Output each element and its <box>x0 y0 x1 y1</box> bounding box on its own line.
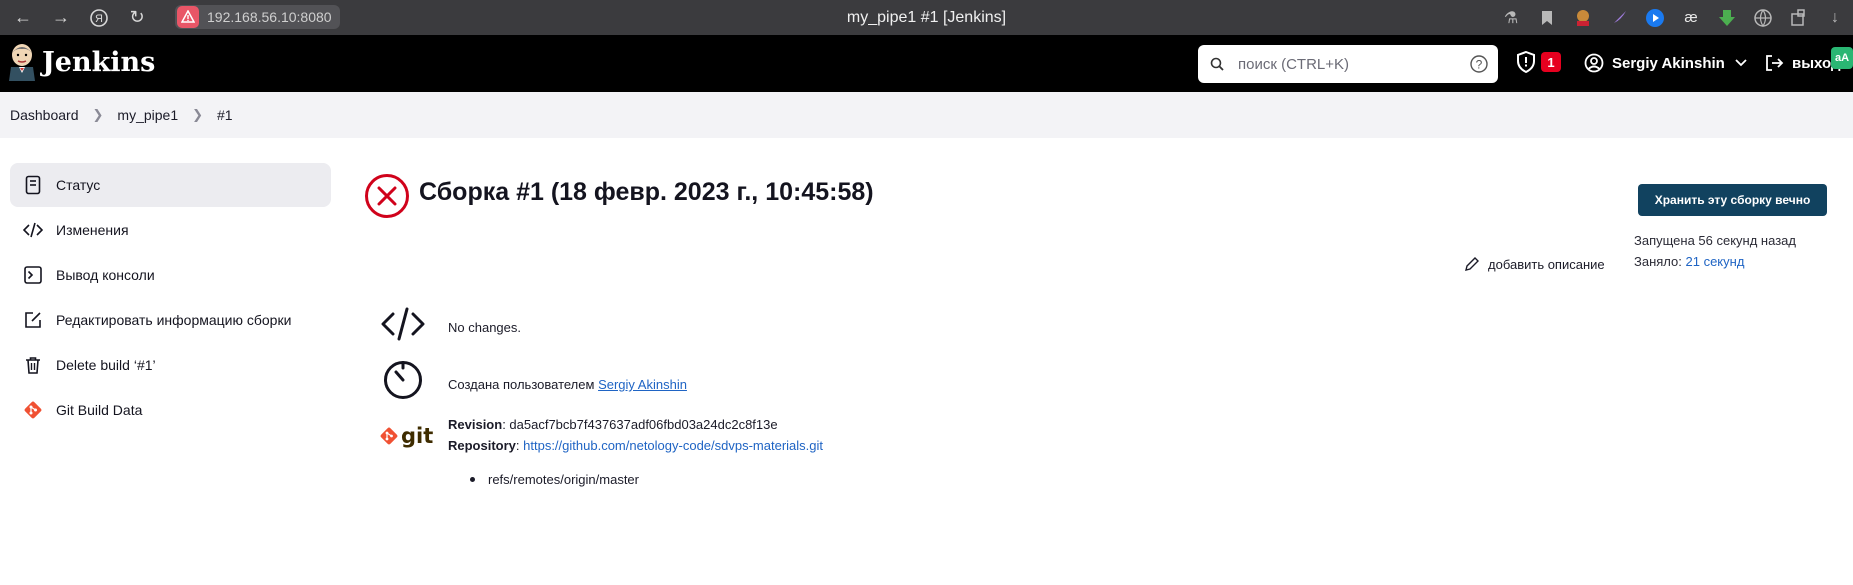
help-icon[interactable]: ? <box>1469 54 1489 74</box>
extension-ae-icon[interactable]: æ <box>1679 6 1703 30</box>
duration-label: Заняло: <box>1634 254 1682 269</box>
yandex-icon[interactable]: Я <box>84 3 114 33</box>
breadcrumb-dashboard[interactable]: Dashboard <box>10 107 79 123</box>
repository-link[interactable]: https://github.com/netology-code/sdvps-m… <box>523 438 823 453</box>
security-count-badge: 1 <box>1541 52 1561 72</box>
browser-toolbar: ← → Я ↻ 192.168.56.10:8080 my_pipe1 #1 [… <box>0 0 1853 35</box>
chevron-right-icon: ❯ <box>192 107 204 122</box>
svg-text:?: ? <box>1476 58 1483 72</box>
sidebar-item-label: Вывод консоли <box>56 267 155 283</box>
changes-text: No changes. <box>448 320 521 335</box>
sidebar-item-label: Редактировать информацию сборки <box>56 312 292 328</box>
code-icon <box>380 306 426 342</box>
sidebar: Статус Изменения Вывод консоли Редактиро… <box>10 163 331 433</box>
started-by-user-link[interactable]: Sergiy Akinshin <box>598 377 687 392</box>
sidebar-item-console[interactable]: Вывод консоли <box>10 253 331 297</box>
revision-line: Revision: da5acf7bcb7f437637adf06fbd03a2… <box>448 417 778 432</box>
timer-icon <box>382 358 424 400</box>
downloads-icon[interactable]: ↓ <box>1823 6 1847 30</box>
shield-icon <box>1517 51 1535 73</box>
chevron-right-icon: ❯ <box>92 107 104 122</box>
sidebar-item-label: Git Build Data <box>56 402 143 418</box>
extension-feather-icon[interactable] <box>1607 6 1631 30</box>
search-input[interactable] <box>1238 55 1448 73</box>
branch-name: refs/remotes/origin/master <box>488 472 639 487</box>
reload-icon[interactable]: ↻ <box>122 3 152 33</box>
extension-play-icon[interactable] <box>1643 6 1667 30</box>
trash-icon <box>22 354 44 376</box>
add-description-button[interactable]: добавить описание <box>1464 256 1605 272</box>
user-name[interactable]: Sergiy Akinshin <box>1612 55 1725 72</box>
globe-icon[interactable] <box>1751 6 1775 30</box>
sidebar-item-status[interactable]: Статус <box>10 163 331 207</box>
search-icon <box>1210 57 1224 71</box>
bullet <box>470 477 475 482</box>
repository-label: Repository <box>448 438 516 453</box>
security-warnings[interactable]: 1 <box>1516 51 1561 73</box>
logout-button[interactable]: выход <box>1764 48 1841 78</box>
user-icon <box>1584 53 1604 73</box>
jenkins-logo[interactable]: Jenkins <box>8 43 155 81</box>
translate-icon[interactable]: ⚗ <box>1499 6 1523 30</box>
sidebar-item-edit-build-info[interactable]: Редактировать информацию сборки <box>10 298 331 342</box>
extension-download-arrow-icon[interactable] <box>1715 6 1739 30</box>
started-by: Создана пользователем Sergiy Akinshin <box>448 377 687 392</box>
extension-agent-icon[interactable] <box>1571 6 1595 30</box>
duration-link[interactable]: 21 секунд <box>1686 254 1745 269</box>
pencil-icon <box>1465 257 1479 271</box>
keep-build-forever-button[interactable]: Хранить эту сборку вечно <box>1638 184 1827 216</box>
build-duration: Заняло: 21 секунд <box>1634 254 1744 269</box>
extensions-puzzle-icon[interactable] <box>1787 6 1811 30</box>
terminal-icon <box>22 264 44 286</box>
git-logo: git <box>379 424 433 448</box>
app-name[interactable]: Jenkins <box>42 47 155 78</box>
back-icon[interactable]: ← <box>8 3 38 33</box>
edit-icon <box>22 309 44 331</box>
insecure-warning-icon[interactable] <box>177 6 199 28</box>
git-icon <box>22 399 44 421</box>
user-menu[interactable]: Sergiy Akinshin <box>1584 48 1747 78</box>
document-icon <box>22 174 44 196</box>
chevron-down-icon[interactable] <box>1735 59 1747 67</box>
sidebar-item-label: Изменения <box>56 222 129 238</box>
breadcrumb-job[interactable]: my_pipe1 <box>117 107 178 123</box>
breadcrumb: Dashboard ❯ my_pipe1 ❯ #1 <box>0 92 1853 138</box>
page-title: Сборка #1 (18 февр. 2023 г., 10:45:58) <box>419 178 874 206</box>
search-box[interactable]: ? <box>1198 45 1498 83</box>
revision-label: Revision <box>448 417 503 432</box>
sidebar-item-label: Delete build ‘#1’ <box>56 357 156 373</box>
sidebar-item-changes[interactable]: Изменения <box>10 208 331 252</box>
git-icon <box>380 427 398 445</box>
revision-hash: da5acf7bcb7f437637adf06fbd03a24dc2c8f13e <box>509 417 778 432</box>
git-logo-text: git <box>401 424 434 448</box>
breadcrumb-build[interactable]: #1 <box>217 107 233 123</box>
svg-text:Я: Я <box>95 13 103 25</box>
build-started-text: Запущена 56 секунд назад <box>1634 233 1796 248</box>
sidebar-item-label: Статус <box>56 177 101 193</box>
bookmark-icon[interactable] <box>1535 6 1559 30</box>
jenkins-butler-icon <box>9 44 35 81</box>
address-bar[interactable]: 192.168.56.10:8080 <box>175 5 340 29</box>
logout-icon <box>1766 55 1784 71</box>
repository-line: Repository: https://github.com/netology-… <box>448 438 824 453</box>
jenkins-header: Jenkins ? 1 Sergiy Akinshin выход aA <box>0 35 1853 92</box>
url-text[interactable]: 192.168.56.10:8080 <box>207 9 332 25</box>
browser-extensions: ⚗ æ ↓ <box>1499 0 1847 35</box>
sidebar-item-delete-build[interactable]: Delete build ‘#1’ <box>10 343 331 387</box>
list-item: refs/remotes/origin/master <box>470 472 639 487</box>
translator-extension-icon[interactable]: aA <box>1831 47 1853 69</box>
add-description-label[interactable]: добавить описание <box>1488 257 1605 272</box>
started-by-label: Создана пользователем <box>448 377 595 392</box>
code-icon <box>22 219 44 241</box>
sidebar-item-git-build-data[interactable]: Git Build Data <box>10 388 331 432</box>
build-failed-icon <box>365 174 409 218</box>
forward-icon[interactable]: → <box>46 3 76 33</box>
